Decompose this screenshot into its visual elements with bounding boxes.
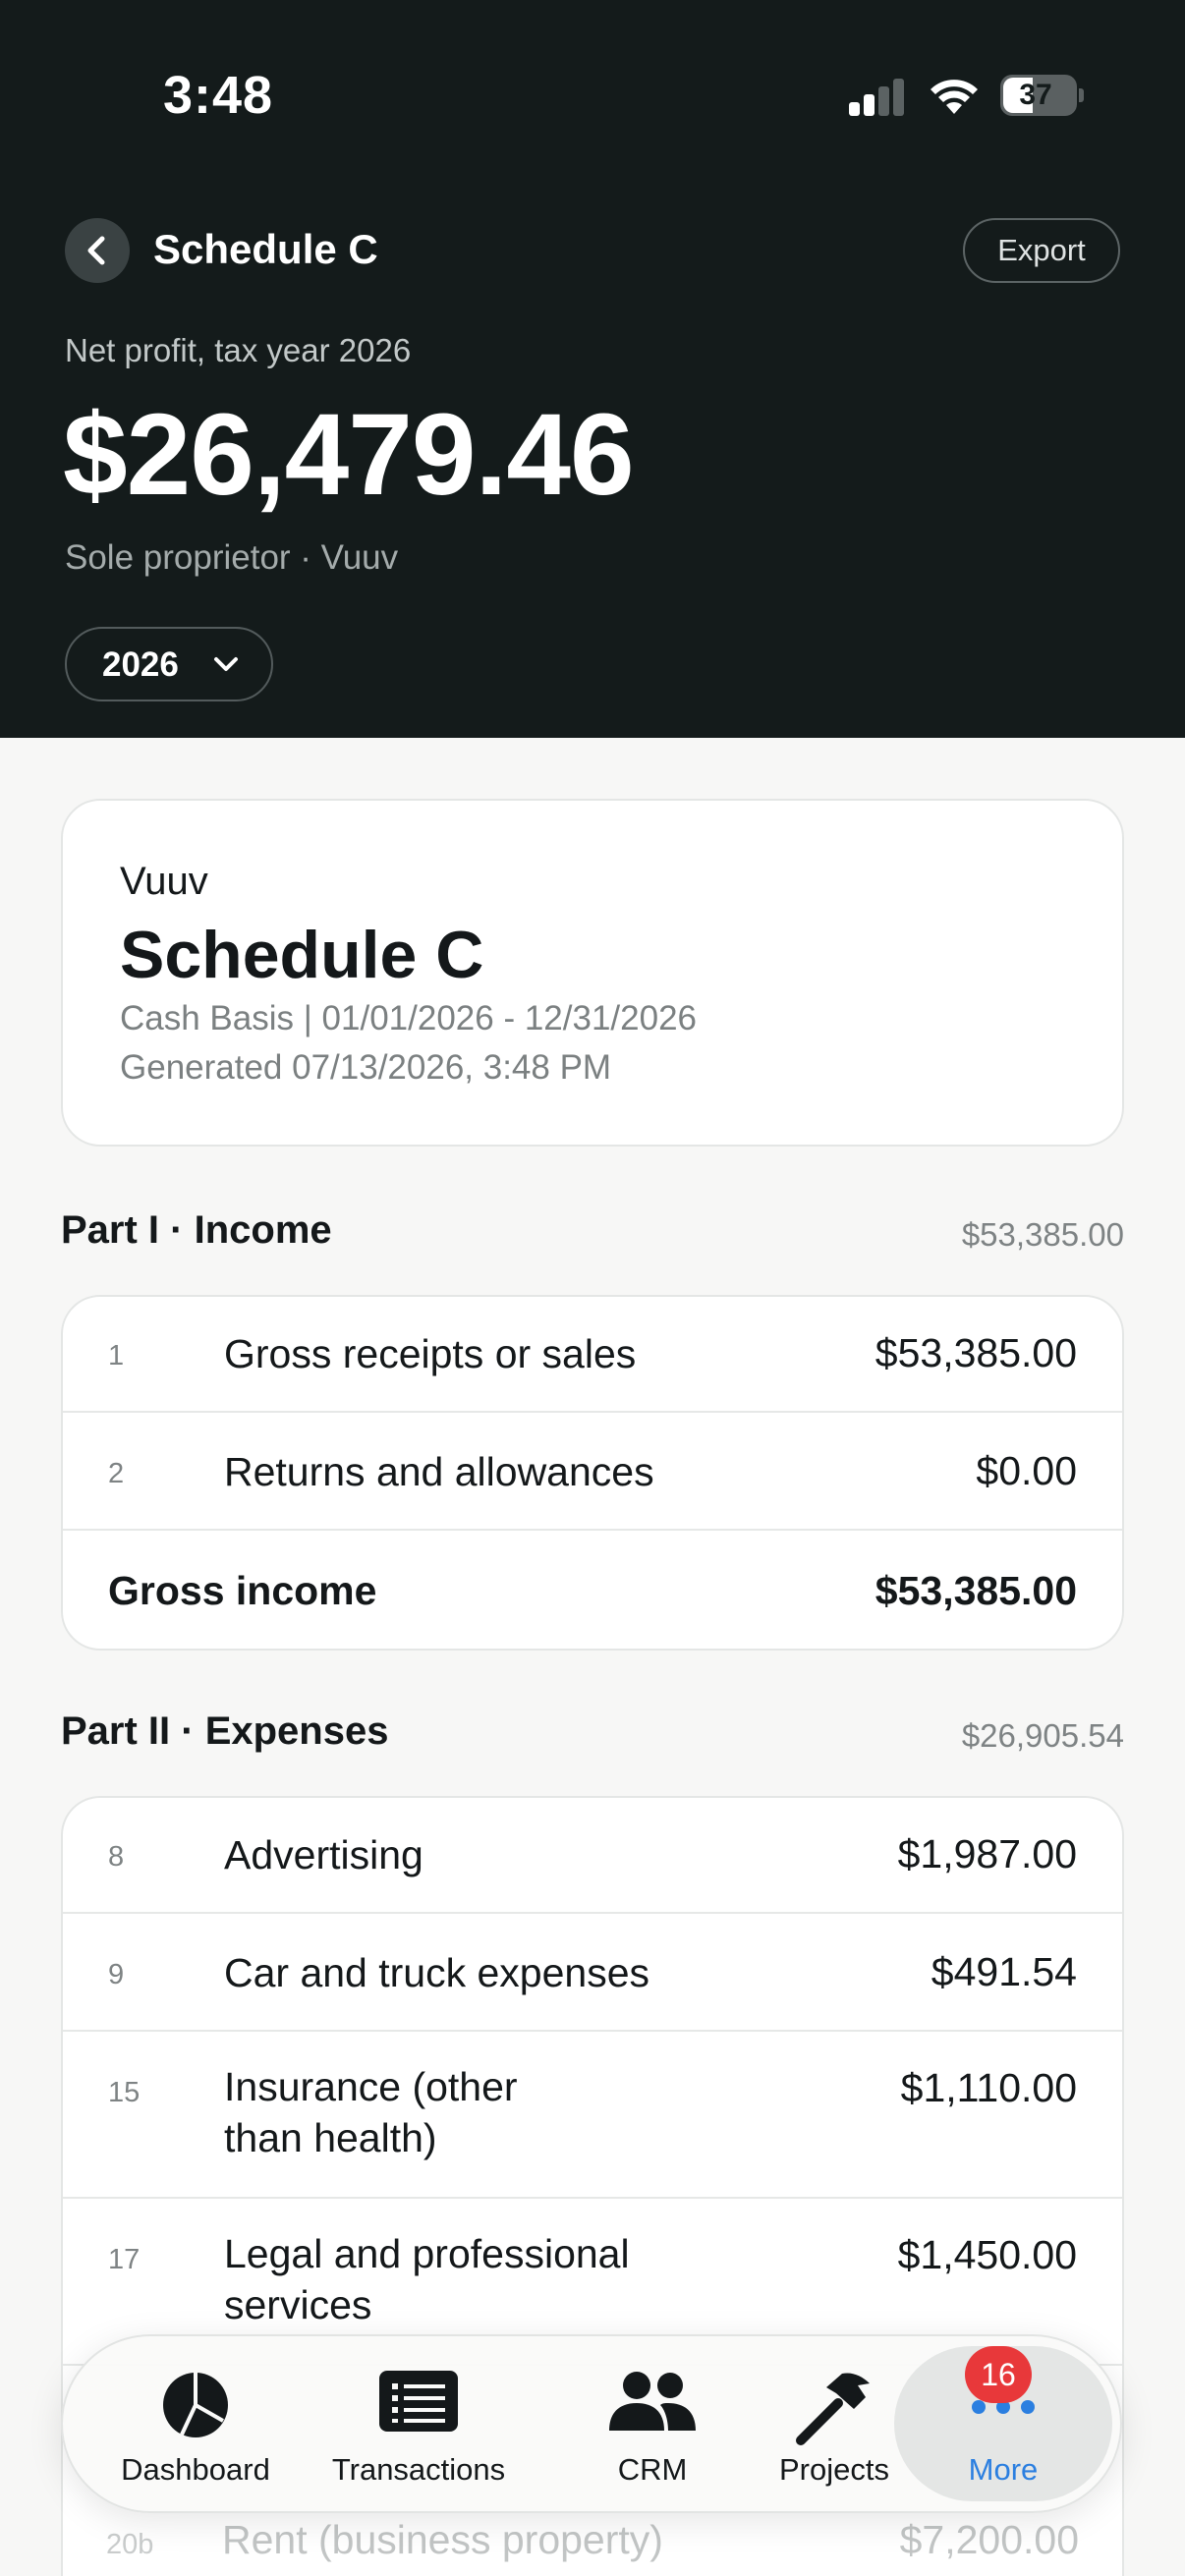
line-number: 2 <box>108 1458 125 1489</box>
report-generated: Generated 07/13/2026, 3:48 PM <box>120 1048 612 1087</box>
income-table: 1 Gross receipts or sales $53,385.00 2 R… <box>61 1295 1124 1651</box>
line-number: 9 <box>108 1959 125 1990</box>
line-number: 1 <box>108 1340 125 1372</box>
line-description: Rent (business property) <box>222 2517 663 2562</box>
line-number: 17 <box>108 2244 141 2275</box>
line-description-line2: services <box>224 2282 372 2327</box>
income-section-title: Part I · Income <box>61 1208 332 1252</box>
gross-income-row: Gross income $53,385.00 <box>63 1531 1122 1649</box>
battery-level: 37 <box>1019 79 1052 111</box>
chevron-left-icon <box>87 236 105 265</box>
status-bar: 3:48 37 <box>0 0 1185 196</box>
table-row[interactable]: 20b Rent (business property) $7,200.00 <box>61 2513 1124 2576</box>
line-description: Legal and professional services <box>224 2228 630 2330</box>
list-icon <box>379 2371 458 2432</box>
notification-badge: 16 <box>965 2346 1032 2403</box>
battery-cap <box>1079 88 1084 102</box>
back-button[interactable] <box>65 218 130 283</box>
gross-income-amount: $53,385.00 <box>875 1568 1077 1613</box>
gross-income-label: Gross income <box>108 1568 377 1613</box>
report-basis: Cash Basis | 01/01/2026 - 12/31/2026 <box>120 999 698 1037</box>
page-title: Schedule C <box>153 226 378 272</box>
line-amount: $1,987.00 <box>897 1831 1077 1876</box>
pie-chart-icon <box>163 2373 228 2437</box>
expenses-section-title: Part II · Expenses <box>61 1709 389 1753</box>
table-row[interactable]: 2 Returns and allowances $0.00 <box>63 1413 1122 1531</box>
line-amount: $1,450.00 <box>897 2232 1077 2277</box>
status-time: 3:48 <box>163 66 274 125</box>
chevron-down-icon <box>214 657 238 671</box>
report-title: Schedule C <box>120 918 484 992</box>
table-row[interactable]: 9 Car and truck expenses $491.54 <box>63 1914 1122 2032</box>
line-description: Insurance (other than health) <box>224 2061 518 2163</box>
line-amount: $491.54 <box>931 1949 1077 1994</box>
line-amount: $7,200.00 <box>899 2517 1079 2562</box>
people-icon <box>609 2372 696 2431</box>
tab-label: Transactions <box>331 2452 506 2487</box>
tab-crm[interactable]: CRM <box>584 2336 721 2511</box>
net-profit-amount: $26,479.46 <box>63 390 635 520</box>
line-amount: $53,385.00 <box>875 1330 1077 1375</box>
tab-label: CRM <box>617 2452 688 2487</box>
header: 3:48 37 Schedule C Export Net profit, ta… <box>0 0 1185 738</box>
tab-projects[interactable]: Projects <box>751 2336 918 2511</box>
report-header-card: Vuuv Schedule C Cash Basis | 01/01/2026 … <box>61 799 1124 1147</box>
line-description: Advertising <box>224 1832 423 1877</box>
tab-label: Projects <box>779 2452 889 2487</box>
table-row[interactable]: 1 Gross receipts or sales $53,385.00 <box>63 1297 1122 1413</box>
line-description-line1: Legal and professional <box>224 2231 630 2276</box>
year-select[interactable]: 2026 <box>65 627 273 701</box>
tab-dashboard[interactable]: Dashboard <box>102 2336 289 2511</box>
income-section-total: $53,385.00 <box>961 1216 1124 1253</box>
line-description-line1: Insurance (other <box>224 2064 518 2109</box>
cellular-signal-icon <box>849 79 906 116</box>
report-company: Vuuv <box>120 860 208 903</box>
net-profit-label: Net profit, tax year 2026 <box>65 332 412 368</box>
line-number: 20b <box>106 2529 154 2560</box>
line-description-line2: than health) <box>224 2115 437 2160</box>
tab-bar: Dashboard Transactions CRM Projects More <box>61 2334 1122 2513</box>
table-row[interactable]: 15 Insurance (other than health) $1,110.… <box>63 2032 1122 2199</box>
line-description: Car and truck expenses <box>224 1950 650 1995</box>
tab-label: Dashboard <box>121 2452 270 2487</box>
line-amount: $0.00 <box>976 1448 1077 1493</box>
entity-line: Sole proprietor · Vuuv <box>65 538 399 577</box>
line-number: 15 <box>108 2077 141 2108</box>
export-button[interactable]: Export <box>963 218 1120 283</box>
table-row[interactable]: 8 Advertising $1,987.00 <box>63 1798 1122 1914</box>
line-amount: $1,110.00 <box>900 2065 1077 2110</box>
line-description: Returns and allowances <box>224 1449 654 1494</box>
expenses-section-total: $26,905.54 <box>961 1717 1124 1754</box>
tab-label: More <box>968 2452 1039 2487</box>
battery-icon: 37 <box>1000 75 1077 116</box>
year-value: 2026 <box>102 645 179 684</box>
tab-transactions[interactable]: Transactions <box>320 2336 517 2511</box>
hammer-icon <box>796 2373 870 2445</box>
wifi-icon <box>931 80 978 114</box>
line-number: 8 <box>108 1841 125 1873</box>
line-description: Gross receipts or sales <box>224 1331 637 1376</box>
